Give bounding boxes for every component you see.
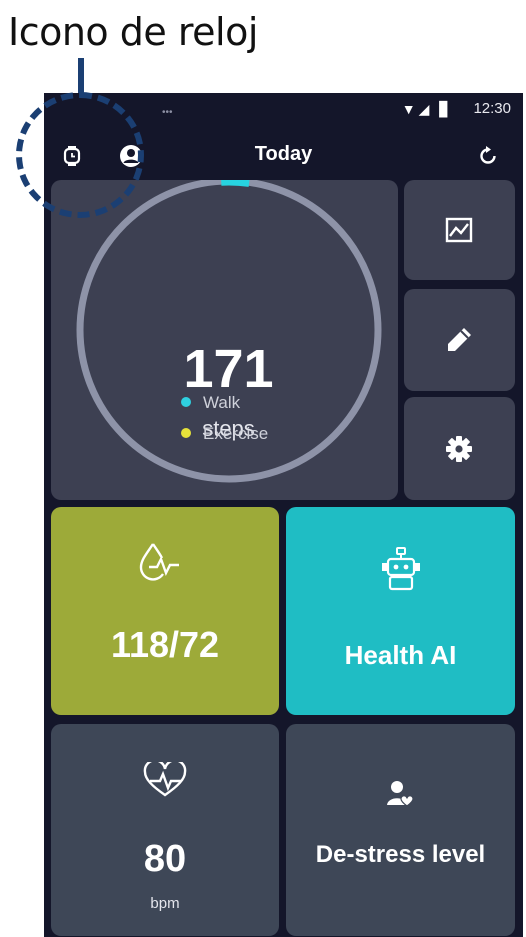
legend-exercise-swatch — [181, 428, 191, 438]
chart-icon — [445, 217, 473, 243]
health-ai-label: Health AI — [344, 640, 457, 670]
heart-rate-unit: bpm — [150, 895, 180, 912]
legend-walk: Walk — [181, 393, 240, 413]
edit-button[interactable] — [404, 289, 515, 391]
signal-battery-icons: ▼◢ ▊ — [401, 101, 453, 117]
heart-rate-tile[interactable]: 80 bpm — [51, 724, 279, 936]
phone-screen: ••• ▼◢ ▊ 12:30 Today 171 steps Walk Exer… — [44, 93, 523, 937]
steps-tile[interactable]: 171 steps Walk Exercise — [51, 180, 398, 500]
blood-pressure-value: 118/72 — [110, 624, 220, 665]
annotation-caption: Icono de reloj — [8, 10, 258, 54]
robot-icon — [382, 547, 420, 591]
pencil-icon — [448, 328, 471, 351]
legend-walk-label: Walk — [203, 393, 241, 412]
heart-rate-value: 80 — [143, 838, 187, 880]
steps-ring-progress — [221, 180, 250, 187]
person-heart-icon — [387, 781, 414, 807]
steps-count: 171 — [183, 339, 274, 399]
refresh-icon[interactable] — [477, 145, 499, 167]
health-ai-tile[interactable]: Health AI — [286, 507, 515, 715]
destress-tile[interactable]: De-stress level — [286, 724, 515, 936]
legend-walk-swatch — [181, 397, 191, 407]
blood-drop-pulse-icon — [139, 543, 179, 581]
legend-exercise: Exercise — [181, 424, 268, 444]
status-time: 12:30 — [473, 100, 511, 117]
destress-label: De-stress level — [315, 841, 486, 868]
settings-button[interactable] — [404, 397, 515, 500]
annotation-dashed-circle — [16, 92, 144, 218]
heart-pulse-icon — [143, 762, 187, 797]
chart-button[interactable] — [404, 180, 515, 280]
legend-exercise-label: Exercise — [203, 424, 269, 443]
blood-pressure-tile[interactable]: 118/72 — [51, 507, 279, 715]
gear-icon — [446, 436, 472, 462]
notification-dots: ••• — [162, 107, 173, 118]
